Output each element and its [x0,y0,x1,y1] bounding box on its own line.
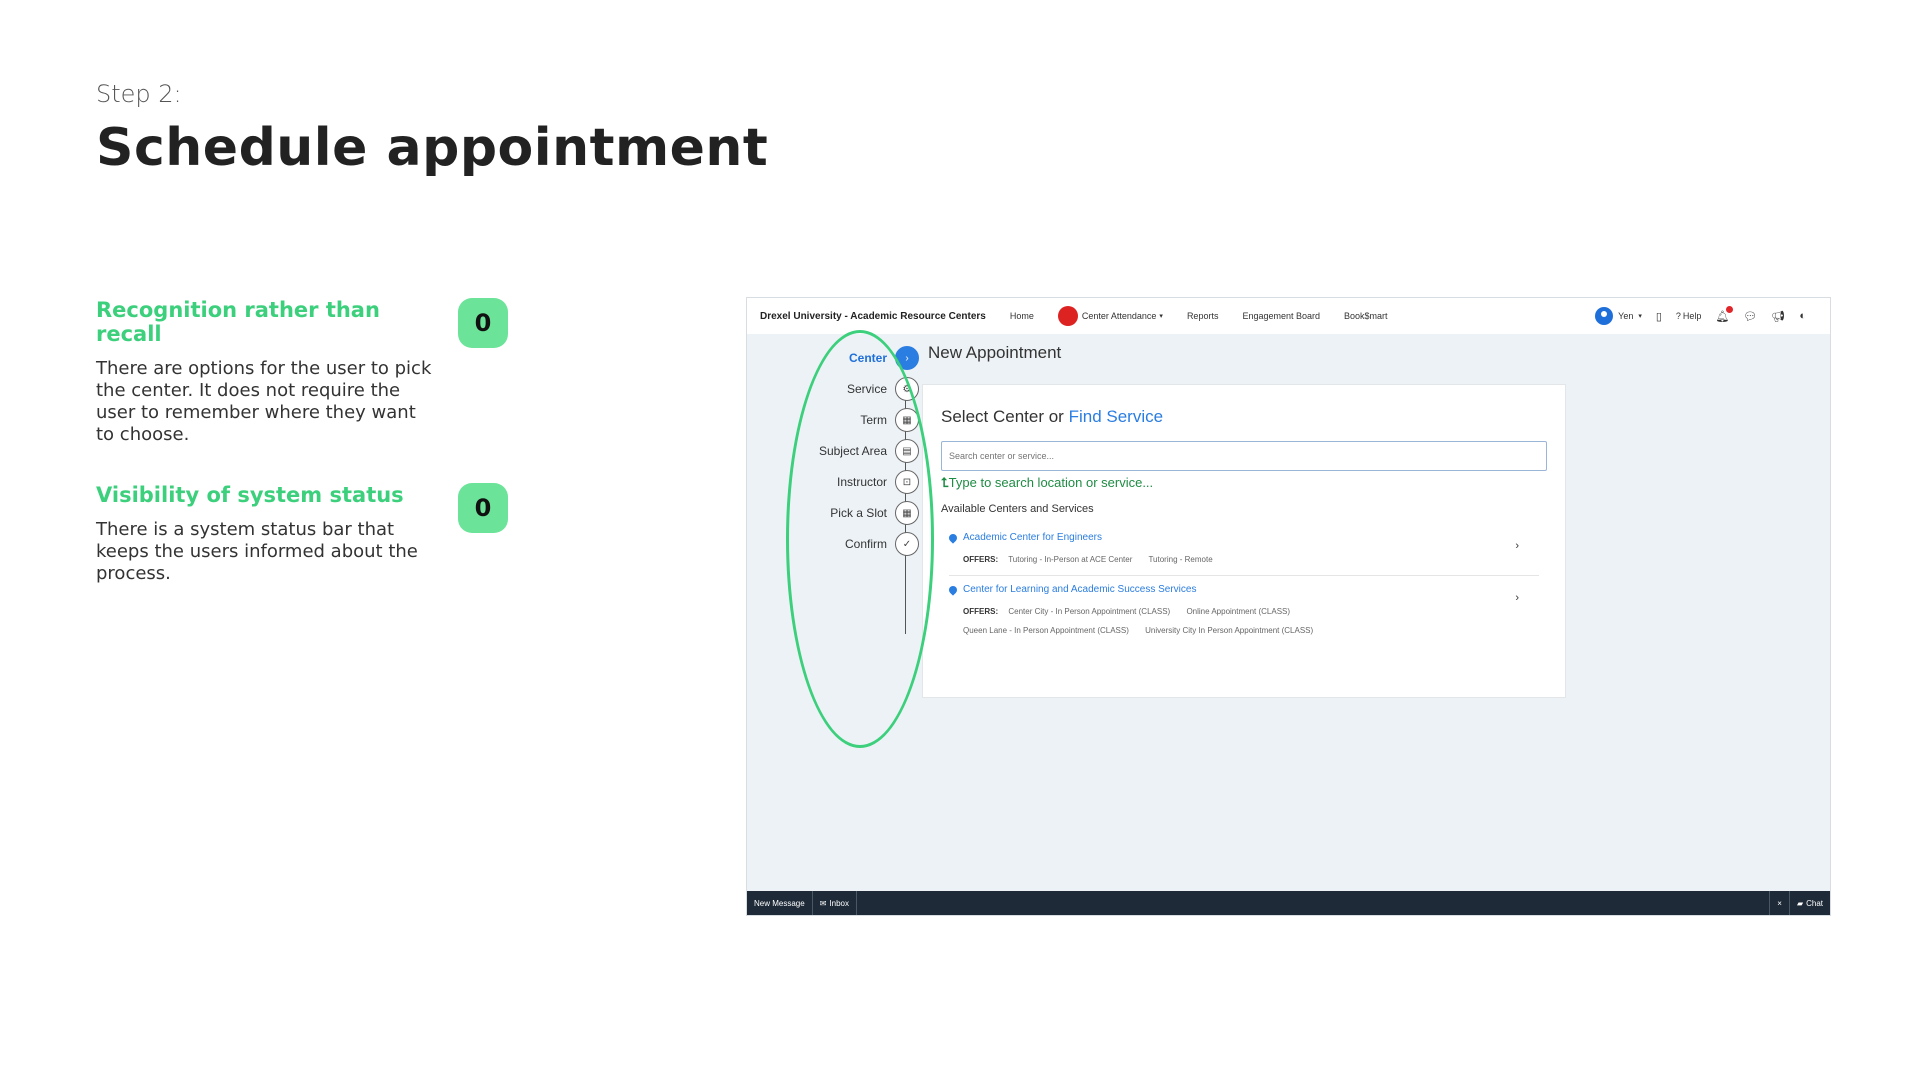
bottom-bar-right: × ▰ Chat [1769,891,1830,915]
principle-recognition: Recognition rather than recall There are… [96,298,436,446]
chevron-right-icon[interactable]: › [1515,540,1519,552]
inbox-label: Inbox [829,898,849,908]
help-label: Help [1682,311,1702,321]
select-center-card: Select Center or Find Service ⮤Type to s… [922,384,1566,698]
center-item[interactable]: Center for Learning and Academic Success… [947,583,1519,635]
offers-label: OFFERS: [963,607,999,616]
location-pin-icon [947,583,959,596]
search-input[interactable] [941,441,1547,471]
offer-item: Online Appointment (CLASS) [1186,607,1291,616]
user-name: Yen [1618,311,1634,321]
new-appointment-heading: New Appointment [928,343,1062,362]
center-offers-cont: Queen Lane - In Person Appointment (CLAS… [949,626,1519,635]
megaphone-icon[interactable]: 📢︎ [1771,310,1785,323]
mobile-icon[interactable]: ▯ [1656,310,1662,323]
center-name: Center for Learning and Academic Success… [947,583,1519,596]
help-icon: ? [1675,311,1681,321]
step-label: Step 2: [96,80,182,108]
principle-body: There is a system status bar that keeps … [96,519,418,584]
inbox-button[interactable]: ✉ Inbox [813,891,857,915]
score-badge: 0 [458,298,508,348]
bottom-message-bar: New Message ✉ Inbox × ▰ Chat [747,891,1830,915]
center-name: Academic Center for Engineers [947,531,1519,544]
nav-booksmart[interactable]: Book$mart [1344,311,1388,321]
stepper-highlight-ellipse [786,330,934,748]
center-item[interactable]: Academic Center for Engineers OFFERS: Tu… [947,531,1519,564]
center-offers: OFFERS: Tutoring - In-Person at ACE Cent… [949,555,1519,564]
card-title: Select Center or Find Service [941,407,1163,427]
center-name-text: Center for Learning and Academic Success… [963,584,1197,595]
arrow-up-icon: ⮤ [941,475,949,490]
chevron-right-icon[interactable]: › [1515,592,1519,604]
attendance-badge-icon [1057,306,1078,326]
user-avatar-icon [1595,307,1614,325]
principle-heading: Recognition rather than recall [96,298,380,346]
nav-home[interactable]: Home [1010,311,1034,321]
chat-label: Chat [1806,898,1823,908]
chat-bubbles-icon[interactable]: 💬︎ [1743,310,1757,323]
location-pin-icon [947,531,959,544]
user-menu[interactable]: Yen ▾ [1595,307,1642,325]
card-title-prefix: Select Center or [941,407,1064,426]
caret-down-icon: ▾ [1159,313,1163,320]
available-label: Available Centers and Services [941,503,1094,515]
nav-right: Yen ▾ ▯ ? Help 🔔︎ 💬︎ 📢︎ ◐ [1595,298,1806,334]
find-service-link[interactable]: Find Service [1069,407,1163,426]
envelope-icon: ✉ [819,898,827,908]
new-message-button[interactable]: New Message [747,891,813,915]
center-offers: OFFERS: Center City - In Person Appointm… [949,607,1519,616]
nav-center-attendance-label: Center Attendance [1081,311,1157,321]
principle-heading: Visibility of system status [96,483,404,507]
offer-item: Center City - In Person Appointment (CLA… [1008,607,1171,616]
chat-button[interactable]: ▰ Chat [1788,891,1830,915]
brand-name[interactable]: Drexel University - Academic Resource Ce… [760,311,986,322]
nav-engagement-board[interactable]: Engagement Board [1242,311,1320,321]
offers-label: OFFERS: [963,555,999,564]
help-link[interactable]: ? Help [1676,311,1702,321]
caret-down-icon: ▾ [1638,313,1642,320]
offer-item: University City In Person Appointment (C… [1145,626,1314,635]
notification-dot [1726,305,1734,313]
contrast-icon[interactable]: ◐ [1799,310,1806,322]
offer-item: Queen Lane - In Person Appointment (CLAS… [963,626,1129,635]
score-badge: 0 [458,483,508,533]
bell-icon[interactable]: 🔔︎ [1715,305,1734,323]
search-hint-text: Type to search location or service... [948,475,1154,490]
offer-item: Tutoring - Remote [1148,555,1213,564]
nav-reports[interactable]: Reports [1187,311,1219,321]
close-icon[interactable]: × [1769,891,1789,915]
center-name-text: Academic Center for Engineers [963,532,1102,543]
page-title: Schedule appointment [96,118,769,178]
chat-icon: ▰ [1796,898,1804,908]
principle-body: There are options for the user to pick t… [96,358,432,445]
divider [949,575,1539,576]
search-hint: ⮤Type to search location or service... [941,475,1153,491]
slide: Step 2: Schedule appointment Recognition… [0,0,1920,1080]
offer-item: Tutoring - In-Person at ACE Center [1008,555,1133,564]
top-navbar: Drexel University - Academic Resource Ce… [747,298,1830,334]
nav-center-attendance[interactable]: Center Attendance ▾ [1057,306,1163,326]
principle-visibility: Visibility of system status There is a s… [96,483,436,585]
